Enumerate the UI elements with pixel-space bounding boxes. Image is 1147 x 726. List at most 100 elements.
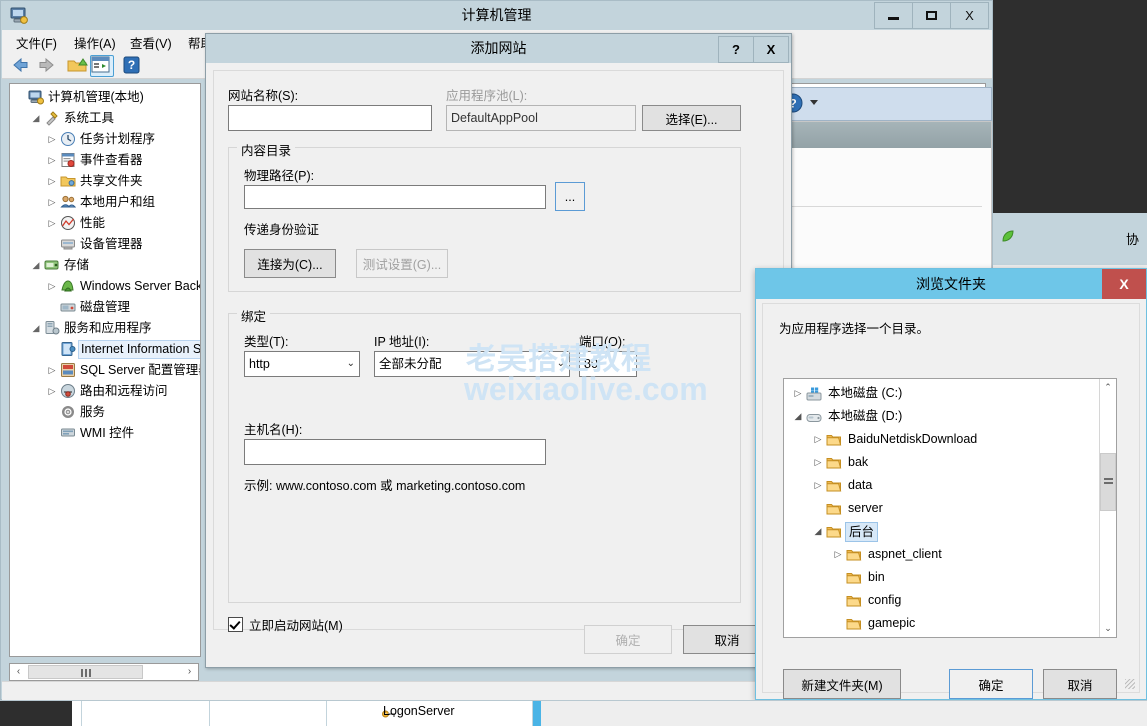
folder-item-aspnet_client[interactable]: ▷aspnet_client [784, 543, 1116, 566]
tree-item-SQL-Server-配置管理器[interactable]: ▷SQL Server 配置管理器 [10, 360, 200, 381]
minimize-button[interactable] [874, 2, 913, 29]
folder-expander[interactable]: ▷ [812, 451, 824, 474]
tree-item-路由和远程访问[interactable]: ▷路由和远程访问 [10, 381, 200, 402]
folder-expander[interactable]: ◢ [812, 520, 824, 543]
console-tree-hscrollbar[interactable]: ‹ › [9, 663, 199, 681]
close-button[interactable]: X [950, 2, 989, 29]
tree-expander[interactable]: ◢ [30, 318, 42, 339]
wmi-icon [60, 425, 76, 441]
folder-expander[interactable]: ▷ [832, 543, 844, 566]
tree-item-任务计划程序[interactable]: ▷ 任务计划程序 [10, 129, 200, 150]
folder-item-本地磁盘-C-[interactable]: ▷本地磁盘 (C:) [784, 382, 1116, 405]
console-tree[interactable]: 计算机管理(本地)◢系统工具▷任务计划程序▷事件查看器▷共享文件夹▷本地用户和组… [9, 83, 201, 657]
folder-item-bin[interactable]: bin [784, 566, 1116, 589]
back-arrow-icon[interactable] [10, 55, 32, 75]
folder-item-config[interactable]: config [784, 589, 1116, 612]
tree-item-共享文件夹[interactable]: ▷ 共享文件夹 [10, 171, 200, 192]
taskbar-item[interactable] [72, 701, 82, 726]
host-name-input[interactable] [244, 439, 546, 465]
tree-expander[interactable]: ▷ [46, 381, 58, 402]
close-button[interactable]: X [1102, 269, 1146, 299]
connect-as-button[interactable]: 连接为(C)... [244, 249, 336, 278]
select-app-pool-button[interactable]: 选择(E)... [642, 105, 741, 131]
scroll-up-arrow[interactable]: ⌃ [1100, 379, 1116, 396]
close-button[interactable]: X [753, 36, 789, 63]
new-folder-button[interactable]: 新建文件夹(M) [783, 669, 901, 699]
folder-item-gamepic[interactable]: gamepic [784, 612, 1116, 635]
event-viewer-icon [60, 152, 76, 168]
cancel-button[interactable]: 取消 [1043, 669, 1117, 699]
scroll-left-arrow[interactable]: ‹ [10, 664, 27, 680]
site-name-input[interactable] [228, 105, 432, 131]
tree-expander[interactable]: ▷ [46, 171, 58, 192]
tree-expander[interactable]: ▷ [46, 360, 58, 381]
folder-expander[interactable]: ▷ [812, 474, 824, 497]
taskbar-item[interactable] [82, 701, 210, 726]
start-button[interactable] [0, 701, 72, 726]
taskbar-item[interactable] [210, 701, 327, 726]
folder-item-BaiduNetdiskDownload[interactable]: ▷BaiduNetdiskDownload [784, 428, 1116, 451]
window-title-bar[interactable]: 计算机管理 X [1, 1, 992, 29]
scroll-down-arrow[interactable]: ⌄ [1100, 620, 1116, 637]
menu-file[interactable]: 文件(F) [16, 33, 57, 52]
tree-expander[interactable]: ▷ [46, 192, 58, 213]
physical-path-input[interactable] [244, 185, 546, 209]
up-folder-icon[interactable] [66, 55, 88, 75]
help-icon[interactable]: ? [121, 55, 143, 75]
tree-item-label: 事件查看器 [80, 150, 143, 171]
browse-folder-titlebar[interactable]: 浏览文件夹 X [756, 269, 1146, 299]
tree-expander[interactable]: ◢ [30, 108, 42, 129]
tree-item-本地用户和组[interactable]: ▷本地用户和组 [10, 192, 200, 213]
vscroll-thumb[interactable] [1100, 453, 1116, 511]
tree-item-WMI-控件[interactable]: WMI 控件 [10, 423, 200, 444]
tree-item-Windows-Server-Back[interactable]: ▷Windows Server Back [10, 276, 200, 297]
add-website-titlebar[interactable]: 添加网站 ? X [206, 34, 791, 63]
folder-item-label: data [848, 474, 872, 497]
add-website-dialog: 添加网站 ? X 网站名称(S): 应用程序池(L): DefaultAppPo… [205, 33, 792, 668]
tree-item-计算机管理-本地-[interactable]: 计算机管理(本地) [10, 87, 200, 108]
tree-item-label: 任务计划程序 [80, 129, 155, 150]
folder-expander[interactable]: ◢ [792, 405, 804, 428]
tree-item-事件查看器[interactable]: ▷ 事件查看器 [10, 150, 200, 171]
folder-item-server[interactable]: server [784, 497, 1116, 520]
tree-item-系统工具[interactable]: ◢系统工具 [10, 108, 200, 129]
browse-physical-path-button[interactable]: ... [555, 182, 585, 211]
chevron-down-icon[interactable] [810, 100, 818, 105]
tree-expander[interactable]: ▷ [46, 129, 58, 150]
tree-item-服务和应用程序[interactable]: ◢服务和应用程序 [10, 318, 200, 339]
folder-item-bak[interactable]: ▷bak [784, 451, 1116, 474]
scroll-right-arrow[interactable]: › [181, 664, 198, 680]
tree-item-label: 共享文件夹 [80, 171, 143, 192]
hscroll-thumb[interactable] [28, 665, 143, 679]
forward-arrow-icon[interactable] [35, 55, 57, 75]
resize-grip[interactable] [1125, 679, 1135, 689]
help-button[interactable]: ? [718, 36, 754, 63]
folder-item-data[interactable]: ▷ data [784, 474, 1116, 497]
tree-item-存储[interactable]: ◢存储 [10, 255, 200, 276]
tree-item-设备管理器[interactable]: 设备管理器 [10, 234, 200, 255]
folder-tree-vscrollbar[interactable]: ⌃ ⌄ [1099, 379, 1116, 637]
tree-item-磁盘管理[interactable]: 磁盘管理 [10, 297, 200, 318]
start-website-immediately-checkbox[interactable]: 立即启动网站(M) [228, 615, 343, 634]
tree-expander[interactable]: ▷ [46, 276, 58, 297]
maximize-button[interactable] [912, 2, 951, 29]
tree-expander[interactable]: ▷ [46, 150, 58, 171]
ok-button[interactable]: 确定 [584, 625, 672, 654]
folder-item-label: bin [868, 566, 885, 589]
menu-action[interactable]: 操作(A) [74, 33, 116, 52]
folder-item-本地磁盘-D-[interactable]: ◢本地磁盘 (D:) [784, 405, 1116, 428]
folder-expander[interactable]: ▷ [792, 382, 804, 405]
folder-expander[interactable]: ▷ [812, 428, 824, 451]
tree-item-服务[interactable]: 服务 [10, 402, 200, 423]
tree-expander[interactable]: ▷ [46, 213, 58, 234]
folder-item-后台[interactable]: ◢后台 [784, 520, 1116, 543]
type-select[interactable]: http ⌄ [244, 351, 360, 377]
tree-expander[interactable]: ◢ [30, 255, 42, 276]
folder-tree[interactable]: ▷本地磁盘 (C:)◢本地磁盘 (D:)▷BaiduNetdiskDownloa… [783, 378, 1117, 638]
ok-button[interactable]: 确定 [949, 669, 1033, 699]
tree-item-Internet-Information-S[interactable]: Internet Information S [10, 339, 200, 360]
show-hide-console-tree-icon[interactable] [90, 55, 114, 77]
menu-view[interactable]: 查看(V) [130, 33, 172, 52]
tree-item-性能[interactable]: ▷性能 [10, 213, 200, 234]
tools-icon [44, 110, 60, 126]
